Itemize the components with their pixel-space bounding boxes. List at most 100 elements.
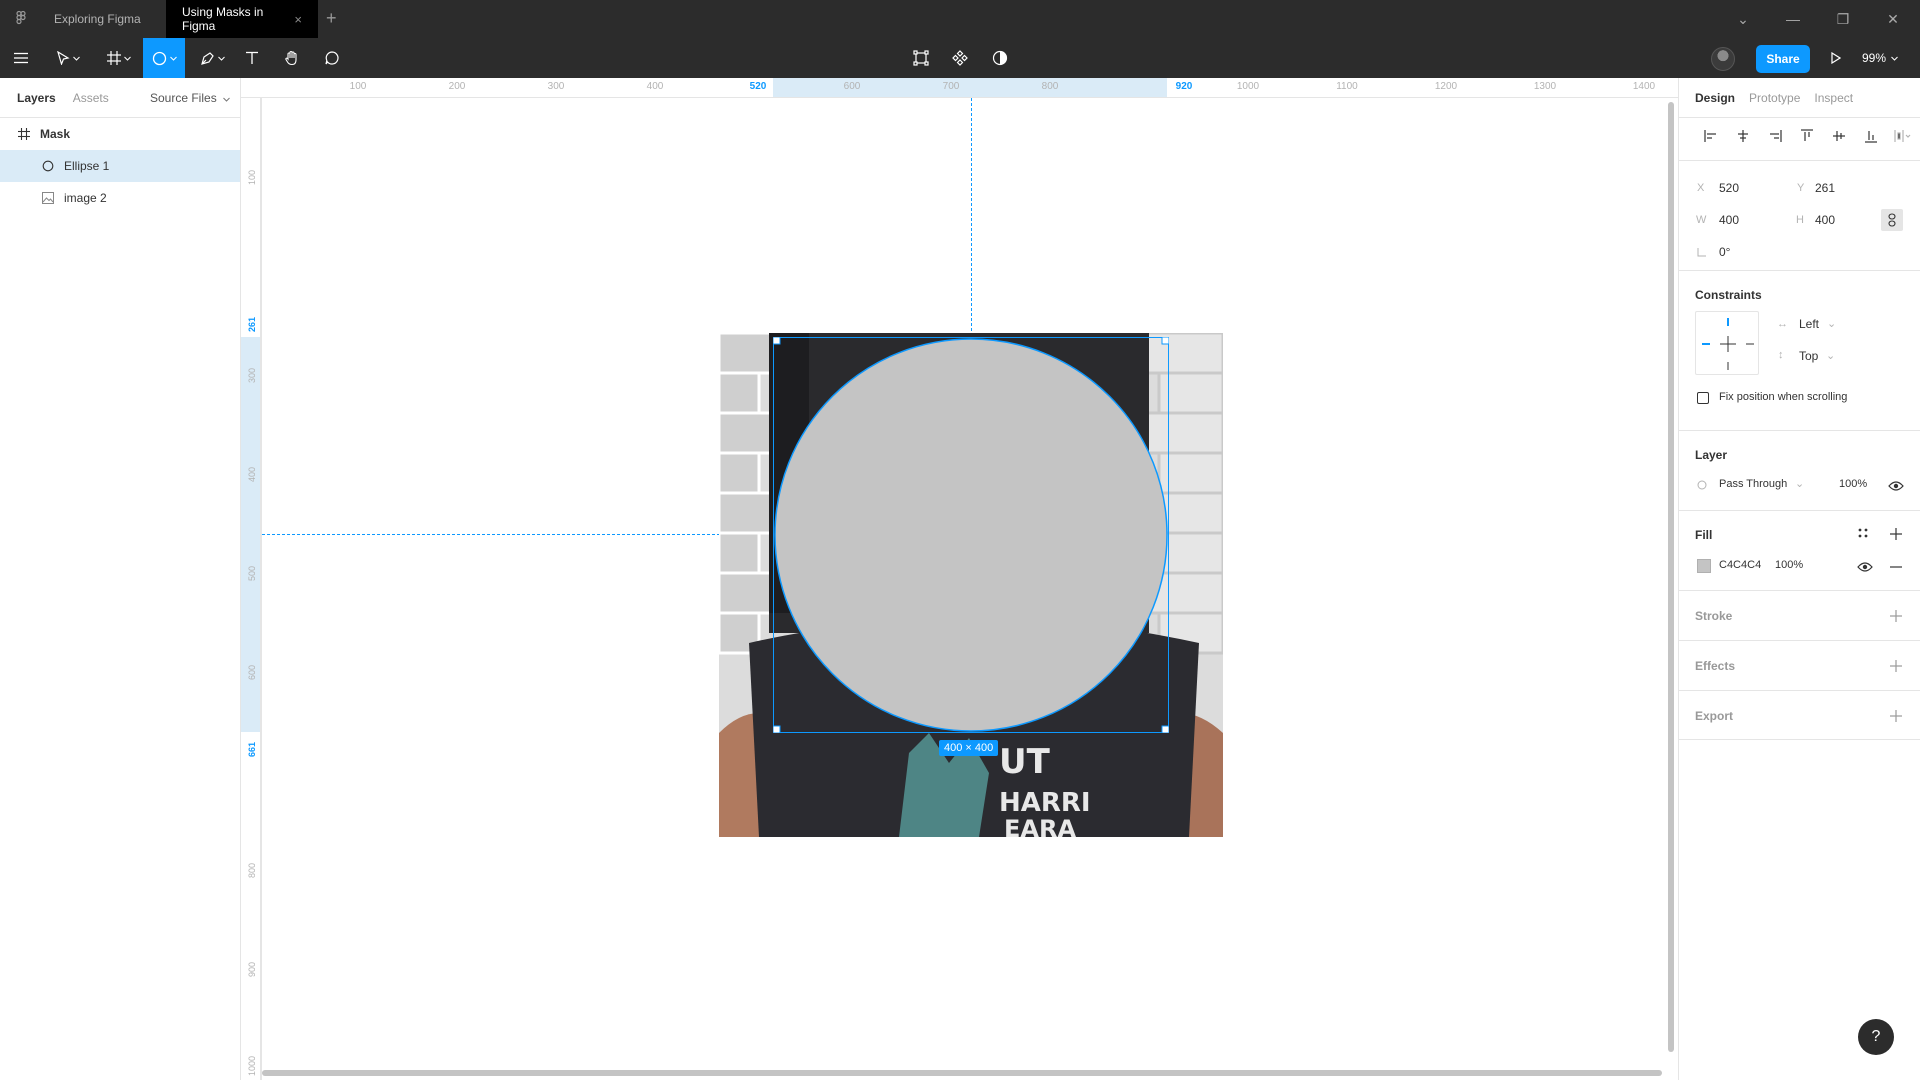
layer-opacity-input[interactable]: 100% (1839, 478, 1867, 490)
horizontal-constraint-dropdown[interactable]: Left (1799, 317, 1819, 331)
frame-icon (17, 127, 31, 141)
effects-section: Effects (1679, 640, 1920, 690)
align-top-icon[interactable] (1791, 124, 1823, 148)
ruler-tick-label: 520 (749, 81, 767, 92)
fill-opacity-input[interactable]: 100% (1775, 559, 1803, 571)
tab-using-masks[interactable]: Using Masks in Figma × (166, 0, 318, 38)
ruler-tick-label: 661 (247, 741, 257, 757)
tab-inspect[interactable]: Inspect (1814, 91, 1853, 105)
width-input[interactable]: 400 (1719, 213, 1739, 227)
eye-icon[interactable] (1857, 561, 1873, 573)
ruler-tick-label: 900 (247, 961, 257, 977)
pen-tool-icon[interactable] (194, 38, 230, 78)
move-tool-icon[interactable] (48, 38, 88, 78)
align-vertical-center-icon[interactable] (1823, 124, 1855, 148)
add-fill-icon[interactable] (1889, 527, 1903, 541)
tab-design[interactable]: Design (1695, 91, 1735, 105)
components-icon[interactable] (949, 38, 971, 78)
figma-logo-icon[interactable] (12, 10, 30, 28)
height-input[interactable]: 400 (1815, 213, 1835, 227)
layer-row-mask[interactable]: Mask (0, 118, 240, 150)
align-right-icon[interactable] (1759, 124, 1791, 148)
layer-row-ellipse[interactable]: Ellipse 1 (0, 150, 240, 182)
horizontal-constraint-icon: ↔ (1777, 318, 1788, 330)
close-tab-icon[interactable]: × (294, 12, 302, 27)
main-menu-icon[interactable] (8, 38, 34, 78)
ruler-tick-label: 300 (247, 367, 257, 383)
horizontal-scrollbar[interactable] (262, 1070, 1662, 1076)
ruler-tick-label: 261 (247, 316, 257, 332)
constraints-widget[interactable] (1695, 311, 1759, 375)
share-button[interactable]: Share (1756, 45, 1810, 73)
avatar[interactable] (1711, 47, 1735, 71)
add-tab-icon[interactable]: + (326, 9, 337, 27)
x-label: X (1697, 182, 1705, 194)
eye-icon[interactable] (1888, 480, 1904, 492)
chevron-down-icon[interactable]: ⌄ (1734, 10, 1752, 28)
minimize-icon[interactable]: — (1784, 10, 1802, 28)
ruler-tick-label: 1400 (1632, 81, 1656, 92)
blend-mode-icon (1697, 480, 1707, 490)
blend-mode-dropdown[interactable]: Pass Through (1719, 478, 1787, 490)
ellipse-1-shape[interactable] (773, 337, 1169, 733)
zoom-dropdown[interactable]: 99% (1862, 38, 1898, 78)
ruler-tick-label: 100 (349, 81, 367, 92)
add-effect-icon[interactable] (1889, 659, 1903, 673)
contrast-icon[interactable] (989, 38, 1011, 78)
align-bottom-icon[interactable] (1855, 124, 1887, 148)
fill-section: Fill C4C4C4 100% (1679, 510, 1920, 590)
help-button[interactable]: ? (1858, 1019, 1894, 1055)
svg-text:UT: UT (999, 742, 1051, 782)
rotation-input[interactable]: 0° (1719, 245, 1730, 259)
ruler-tick-label: 1100 (1336, 81, 1358, 92)
resize-handle[interactable] (1161, 725, 1169, 733)
hand-tool-icon[interactable] (280, 38, 304, 78)
canvas[interactable]: UT HARRI EARA 400 × 400 (262, 98, 1678, 1080)
vertical-scrollbar[interactable] (1668, 102, 1674, 1052)
align-left-icon[interactable] (1695, 124, 1727, 148)
fix-position-checkbox[interactable] (1697, 392, 1709, 404)
ruler-tick-label: 1000 (247, 1055, 257, 1076)
tab-label: Using Masks in Figma (182, 5, 264, 33)
fill-color-swatch[interactable] (1697, 559, 1711, 573)
create-component-icon[interactable] (910, 38, 932, 78)
tab-assets[interactable]: Assets (73, 91, 109, 105)
ruler-tick-label: 300 (547, 81, 565, 92)
left-panel-tabs: Layers Assets Source Files (0, 78, 240, 118)
present-icon[interactable] (1826, 38, 1846, 78)
remove-fill-icon[interactable] (1889, 560, 1903, 574)
fill-hex-input[interactable]: C4C4C4 (1719, 559, 1761, 571)
tab-layers[interactable]: Layers (17, 91, 56, 105)
measure-guide-vertical (971, 98, 972, 331)
close-window-icon[interactable]: ✕ (1884, 10, 1902, 28)
comment-tool-icon[interactable] (320, 38, 344, 78)
tab-exploring-figma[interactable]: Exploring Figma (38, 0, 166, 38)
x-input[interactable]: 520 (1719, 181, 1739, 195)
page-selector[interactable]: Source Files (150, 91, 230, 105)
ruler-top: 100 200 300 400 520 600 700 800 920 1000… (241, 78, 1678, 98)
constrain-proportions-icon[interactable] (1881, 209, 1903, 231)
page-selector-label: Source Files (150, 91, 217, 105)
measure-guide-horizontal (262, 534, 770, 535)
ruler-tick-label: 600 (843, 81, 861, 92)
ruler-tick-label: 500 (247, 565, 257, 581)
y-input[interactable]: 261 (1815, 181, 1835, 195)
distribute-icon[interactable] (1887, 124, 1919, 148)
resize-handle[interactable] (773, 337, 781, 345)
add-stroke-icon[interactable] (1889, 609, 1903, 623)
tab-prototype[interactable]: Prototype (1749, 91, 1800, 105)
resize-handle[interactable] (773, 725, 781, 733)
layer-row-image[interactable]: image 2 (0, 182, 240, 214)
vertical-constraint-dropdown[interactable]: Top (1799, 349, 1818, 363)
ruler-tick-label: 400 (247, 466, 257, 482)
align-horizontal-center-icon[interactable] (1727, 124, 1759, 148)
restore-icon[interactable]: ❐ (1834, 10, 1852, 28)
ellipse-tool-icon[interactable] (143, 38, 185, 78)
style-grid-icon[interactable] (1857, 527, 1869, 539)
frame-tool-icon[interactable] (100, 38, 138, 78)
text-tool-icon[interactable] (240, 38, 264, 78)
tab-label: Exploring Figma (54, 12, 141, 26)
add-export-icon[interactable] (1889, 709, 1903, 723)
resize-handle[interactable] (1161, 337, 1169, 345)
ruler-tick-label: 1000 (1236, 81, 1260, 92)
